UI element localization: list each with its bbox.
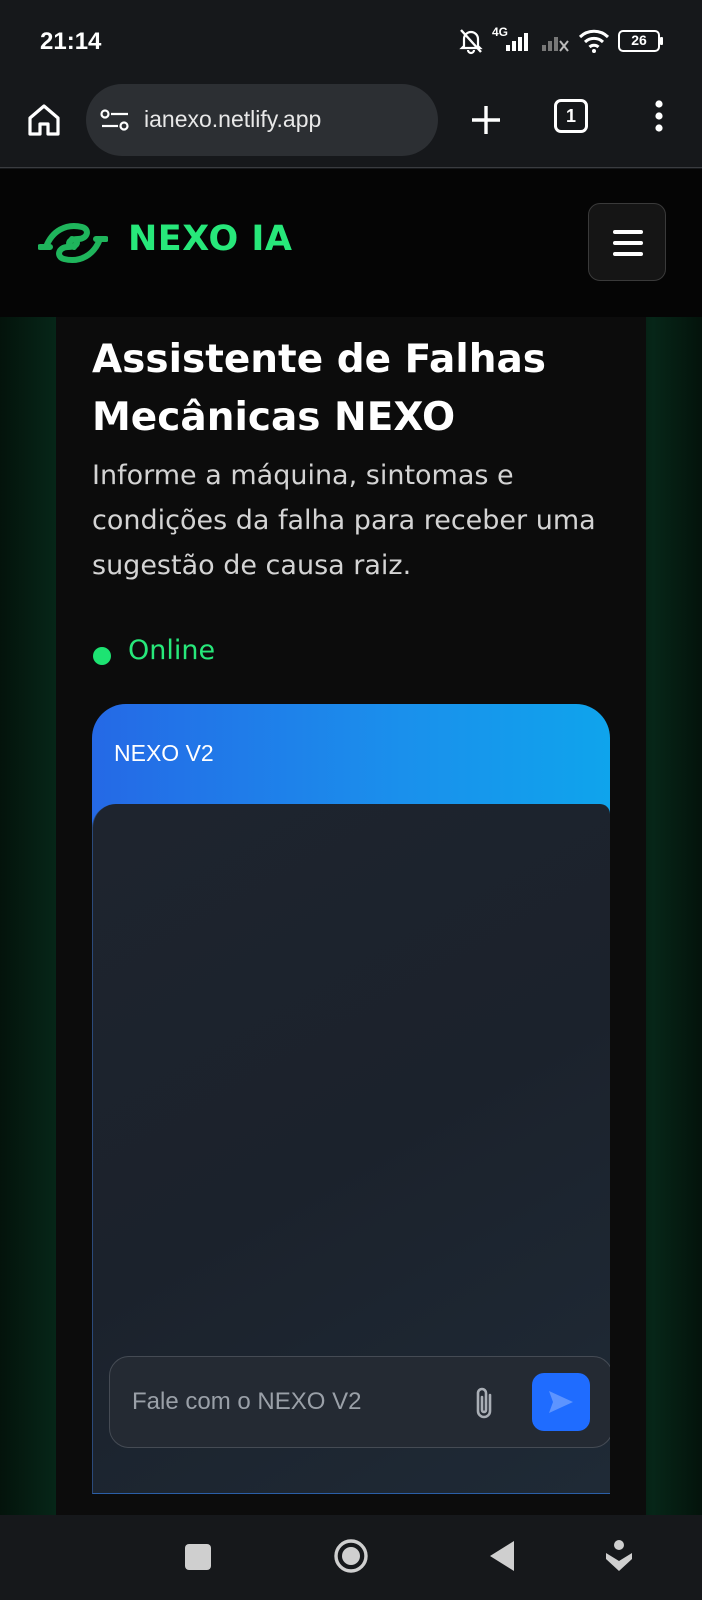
back-icon[interactable]: [488, 1539, 516, 1573]
system-nav-bar: [0, 1515, 702, 1600]
signal-icon: 4G: [492, 25, 532, 55]
tab-count: 1: [554, 99, 588, 133]
recents-icon[interactable]: [185, 1544, 211, 1570]
address-bar[interactable]: ianexo.netlify.app: [86, 84, 438, 156]
status-icons: 4G 26: [458, 25, 664, 56]
paperclip-icon[interactable]: [470, 1385, 500, 1421]
wifi-icon: [578, 28, 610, 54]
send-button[interactable]: [532, 1373, 590, 1431]
browser-toolbar: ianexo.netlify.app 1: [0, 84, 702, 168]
chat-input-bar: [109, 1356, 610, 1448]
chat-messages-area[interactable]: [92, 804, 610, 1494]
plus-icon[interactable]: [466, 100, 506, 140]
online-status-dot: [93, 647, 111, 665]
page-title: Assistente de Falhas Mecânicas NEXO: [92, 337, 547, 440]
battery-level: 26: [631, 32, 647, 48]
url-text[interactable]: ianexo.netlify.app: [144, 106, 321, 133]
signal-off-icon: [540, 27, 570, 55]
home-icon[interactable]: [24, 100, 64, 140]
assistant-icon[interactable]: [604, 1539, 634, 1573]
page-subtitle: Informe a máquina, sintomas e condições …: [92, 460, 596, 581]
status-bar: 21:14 4G 26: [0, 0, 702, 84]
bell-off-icon: [458, 27, 484, 55]
logo-icon: [37, 215, 109, 271]
site-settings-icon[interactable]: [100, 108, 130, 132]
brand-name[interactable]: NEXO IA: [128, 219, 293, 259]
content-card: Assistente de Falhas Mecânicas NEXO Info…: [56, 317, 646, 1515]
web-page: NEXO IA Assistente de Falhas Mecânicas N…: [0, 169, 702, 1515]
online-status-text: Online: [128, 635, 216, 666]
hamburger-menu-button[interactable]: [588, 203, 666, 281]
kebab-menu-icon[interactable]: [650, 98, 668, 138]
site-header: NEXO IA: [0, 169, 702, 317]
phone-screen: 21:14 4G 26 ianexo.netlify.app 1 NEXO IA…: [0, 0, 702, 1600]
tabs-icon[interactable]: 1: [554, 99, 592, 137]
chat-title: NEXO V2: [114, 740, 214, 766]
home-circle-icon[interactable]: [333, 1538, 369, 1574]
status-time: 21:14: [40, 28, 102, 55]
chat-widget: NEXO V2: [92, 704, 610, 1494]
battery-icon: 26: [618, 30, 664, 52]
chat-input[interactable]: [132, 1379, 452, 1425]
